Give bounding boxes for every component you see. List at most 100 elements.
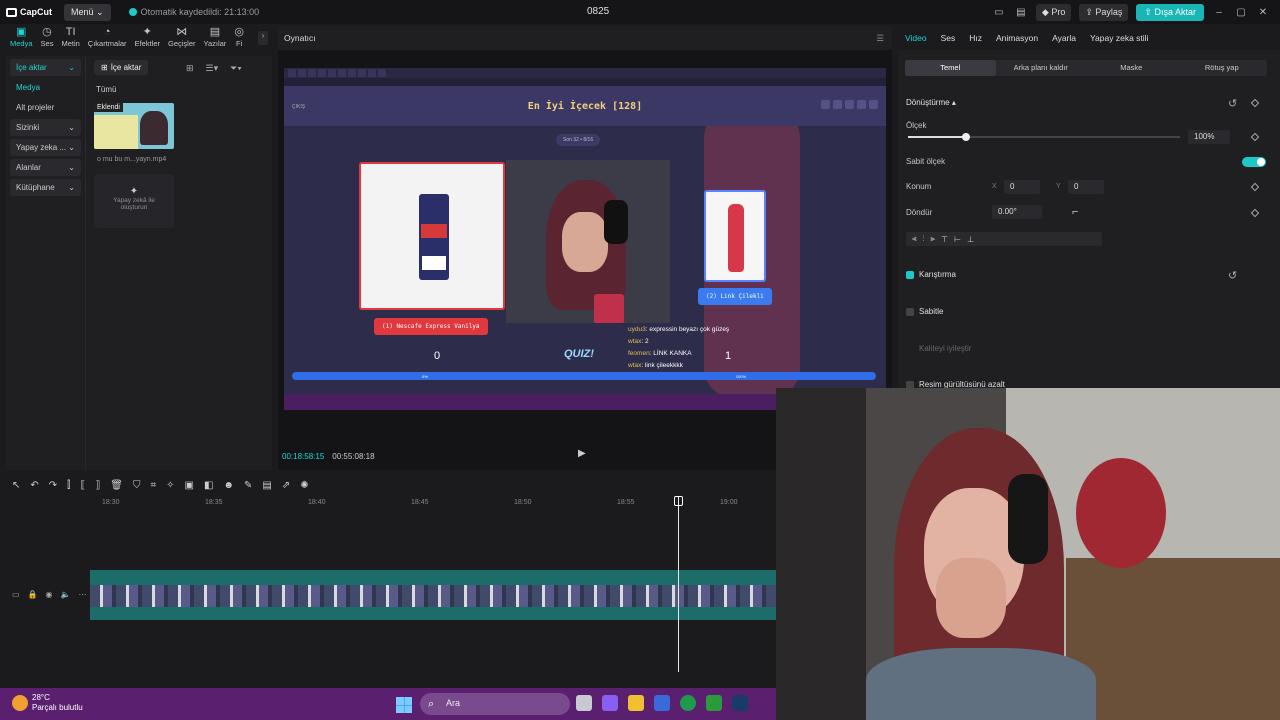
tab-yazılar[interactable]: ▤ Yazılar xyxy=(200,26,231,52)
lock-icon[interactable]: 🔒 xyxy=(28,590,38,599)
ai-icon[interactable]: ✺ xyxy=(300,480,308,491)
inspector-subtab[interactable]: Rötuş yap xyxy=(1177,60,1268,76)
nav-item[interactable]: Yapay zeka ... ⌄ xyxy=(10,139,81,156)
import-button[interactable]: ⊞ İçe aktar xyxy=(94,60,149,75)
tab-ses[interactable]: ◷ Ses xyxy=(37,26,58,52)
inspector-subtab[interactable]: Maske xyxy=(1086,60,1177,76)
media-icon[interactable]: ▣ xyxy=(185,480,194,491)
position-y-field[interactable]: 0 xyxy=(1068,180,1104,194)
scale-slider[interactable] xyxy=(908,133,1180,141)
export-frame-icon[interactable]: ⇗ xyxy=(282,480,290,491)
chrome-icon[interactable] xyxy=(680,695,696,711)
timeline[interactable]: 18:30 18:35 18:40 18:45 18:50 18:55 19:00 ▭ 🔒 … xyxy=(6,496,776,682)
file-explorer-icon[interactable] xyxy=(628,695,644,711)
nav-item[interactable]: Alt projeler xyxy=(10,99,81,116)
align-center-icon[interactable]: ⫶ xyxy=(923,234,925,244)
crop-icon[interactable]: ⌗ xyxy=(150,480,156,491)
inspector-subtab[interactable]: Temel xyxy=(905,60,996,76)
task-view-icon[interactable] xyxy=(576,695,592,711)
inspector-tab[interactable]: Ayarla xyxy=(1052,33,1076,43)
eye-icon[interactable]: ◉ xyxy=(46,590,53,599)
transform-section[interactable]: Dönüştürme ▴ xyxy=(906,98,956,107)
minimize-icon[interactable]: – xyxy=(1212,7,1226,18)
share-button[interactable]: ⇪ Paylaş xyxy=(1079,3,1129,21)
steam-icon[interactable] xyxy=(732,695,748,711)
rotate-field[interactable]: 0.00° xyxy=(992,205,1042,219)
align-top-icon[interactable]: ⊤ xyxy=(941,235,948,244)
shortcuts-icon[interactable]: ▤ xyxy=(1014,7,1028,18)
pro-button[interactable]: ◆ Pro xyxy=(1035,3,1072,21)
align-middle-icon[interactable]: ⊢ xyxy=(954,235,961,244)
tab-çıkartmalar[interactable]: ◔ Çıkartmalar xyxy=(84,26,131,52)
grid-view-icon[interactable]: ⊞ xyxy=(186,63,194,74)
track-cover-icon[interactable]: ▭ xyxy=(12,590,20,599)
inspector-tab[interactable]: Ses xyxy=(941,33,956,43)
filter-all-label[interactable]: Tümü xyxy=(96,85,116,94)
inspector-subtab[interactable]: Arka planı kaldır xyxy=(996,60,1087,76)
keyframe-icon[interactable] xyxy=(1250,98,1260,108)
inspector-tab[interactable]: Yapay zeka stili xyxy=(1090,33,1148,43)
inspector-tab[interactable]: Hız xyxy=(969,33,982,43)
nav-item[interactable]: Alanlar ⌄ xyxy=(10,159,81,176)
select-tool-icon[interactable]: ↖ xyxy=(12,480,20,491)
magic-icon[interactable]: ✎ xyxy=(244,480,252,491)
close-icon[interactable]: ✕ xyxy=(1256,7,1270,18)
xbox-icon[interactable] xyxy=(706,695,722,711)
video-canvas[interactable]: En İyi İçecek [128] ÇIKIŞ Son 32 • 8/16 … xyxy=(284,68,886,410)
tab-medya[interactable]: ▣ Medya xyxy=(6,26,37,52)
windows-start-icon[interactable] xyxy=(396,697,412,713)
ai-generate-card[interactable]: ✦ Yapay zekâ ile oluşturun xyxy=(94,174,174,228)
mute-icon[interactable]: 🔈 xyxy=(61,590,71,599)
align-left-icon[interactable]: ⫷ xyxy=(912,234,917,244)
scale-slider-knob[interactable] xyxy=(962,133,970,141)
inspector-tab[interactable]: Animasyon xyxy=(996,33,1038,43)
tab-geçişler[interactable]: ⋈ Geçişler xyxy=(164,26,200,52)
keyframe-icon[interactable] xyxy=(1250,182,1260,192)
playhead-handle[interactable] xyxy=(674,496,683,506)
effect-icon[interactable]: ✧ xyxy=(166,480,174,491)
scale-value[interactable]: 100% xyxy=(1188,130,1230,144)
delete-icon[interactable]: 🗑 xyxy=(110,480,123,491)
align-right-icon[interactable]: ⫸ xyxy=(931,234,936,244)
menu-button[interactable]: Menü ⌄ xyxy=(64,3,111,21)
align-bottom-icon[interactable]: ⊥ xyxy=(967,235,974,244)
nav-item[interactable]: Sizinki ⌄ xyxy=(10,119,81,136)
reset-icon[interactable]: ↺ xyxy=(1228,269,1237,282)
redo-icon[interactable]: ↷ xyxy=(49,480,57,491)
layout-icon[interactable]: ▭ xyxy=(992,7,1006,18)
tab-metin[interactable]: TI Metin xyxy=(57,26,83,52)
video-clip[interactable] xyxy=(90,585,776,607)
tab-efektler[interactable]: ✦ Efektler xyxy=(131,26,164,52)
play-icon[interactable]: ▶ xyxy=(578,448,586,459)
split-left-icon[interactable]: ⟦ xyxy=(80,480,85,491)
project-title[interactable]: 0825 xyxy=(587,6,609,17)
player-menu-icon[interactable]: ☰ xyxy=(876,33,884,44)
stabilize-checkbox[interactable] xyxy=(906,308,914,316)
uniform-scale-toggle[interactable] xyxy=(1242,157,1266,167)
inspector-tab[interactable]: Video xyxy=(905,33,927,43)
undo-icon[interactable]: ↶ xyxy=(30,480,38,491)
more-icon[interactable]: ⋯ xyxy=(78,590,86,599)
export-button[interactable]: ⇧ Dışa Aktar xyxy=(1136,3,1204,21)
tab-fi[interactable]: ◎ Fi xyxy=(230,26,248,52)
tabs-scroll-right-icon[interactable]: › xyxy=(258,31,268,45)
caption-icon[interactable]: ▤ xyxy=(262,480,271,491)
filter-icon[interactable]: ⏷▾ xyxy=(230,63,242,74)
rotate-flip-icon[interactable]: ⌐ xyxy=(1072,206,1078,218)
person-icon[interactable]: ☻ xyxy=(223,480,234,491)
position-x-field[interactable]: 0 xyxy=(1004,180,1040,194)
nav-item[interactable]: Kütüphane ⌄ xyxy=(10,179,81,196)
maximize-icon[interactable]: ▢ xyxy=(1234,7,1248,18)
store-icon[interactable] xyxy=(654,695,670,711)
shield-icon[interactable]: ⛉ xyxy=(133,480,141,491)
copilot-icon[interactable] xyxy=(602,695,618,711)
nav-item[interactable]: İçe aktar ⌄ xyxy=(10,59,81,76)
split-icon[interactable]: ⫿ xyxy=(67,480,70,491)
keyframe-icon[interactable] xyxy=(1250,208,1260,218)
playhead[interactable] xyxy=(678,496,679,672)
split-right-icon[interactable]: ⟧ xyxy=(95,480,100,491)
taskbar-search[interactable]: Ara xyxy=(420,693,570,715)
nav-item[interactable]: Medya xyxy=(10,79,81,96)
reset-icon[interactable]: ↺ xyxy=(1228,97,1237,110)
mirror-icon[interactable]: ◧ xyxy=(204,480,213,491)
